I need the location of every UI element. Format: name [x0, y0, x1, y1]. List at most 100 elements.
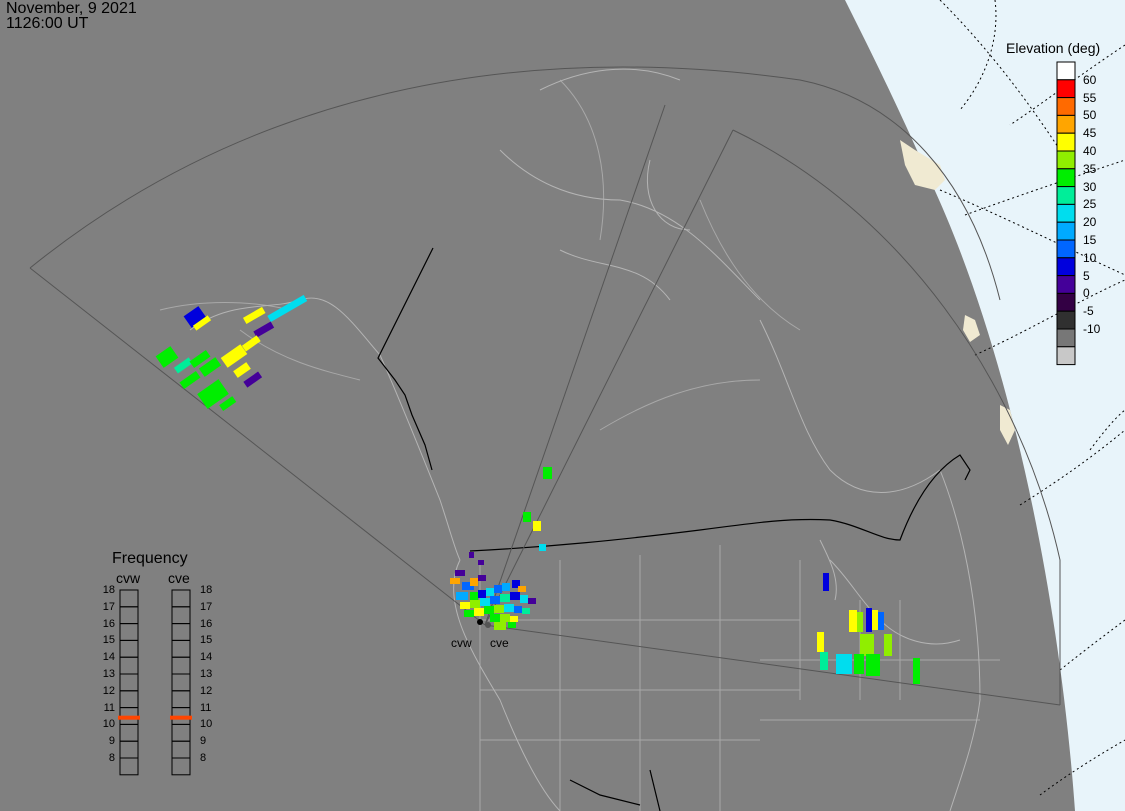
- elevation-colorbar: [1056, 61, 1076, 366]
- colorbar-tick-label: 50: [1083, 108, 1097, 123]
- echo-cell: [494, 605, 504, 613]
- colorbar-swatch: [1056, 168, 1076, 188]
- colorbar-swatch: [1056, 79, 1076, 99]
- echo-cell: [533, 521, 541, 531]
- echo-cell: [480, 598, 490, 606]
- echo-cell: [543, 467, 552, 479]
- colorbar-swatch: [1056, 310, 1076, 330]
- frequency-tick-label: 13: [200, 668, 213, 680]
- frequency-tick-label: 16: [200, 617, 213, 630]
- echo-cell: [470, 578, 478, 586]
- frequency-tick-label: 13: [102, 668, 115, 680]
- colorbar-tick-label: 25: [1083, 197, 1097, 212]
- colorbar-swatch: [1056, 61, 1076, 81]
- borders: [377, 247, 971, 811]
- echo-cell: [484, 606, 494, 614]
- frequency-cell: [119, 757, 139, 776]
- echo-cell: [173, 357, 193, 374]
- echo-cell: [884, 634, 892, 656]
- colorbar-swatch: [1056, 114, 1076, 134]
- colorbar-swatch: [1056, 221, 1076, 241]
- echo-cell: [836, 654, 852, 674]
- frequency-cell: [119, 723, 139, 742]
- echo-cell: [518, 586, 526, 592]
- echo-cell: [522, 608, 530, 614]
- frequency-tick-label: 15: [102, 634, 115, 647]
- colorbar-swatch: [1056, 203, 1076, 223]
- frequency-cell: [171, 656, 191, 675]
- colorbar-tick-label: -10: [1083, 322, 1101, 336]
- frequency-marker: [170, 715, 192, 720]
- frequency-cell: [119, 639, 139, 658]
- echo-cell: [233, 362, 251, 378]
- frequency-cell: [119, 606, 139, 625]
- echo-cell: [470, 600, 480, 608]
- site-label: cvw: [451, 636, 472, 650]
- site-label: cve: [490, 636, 509, 650]
- echo-cell: [817, 632, 824, 652]
- echo-cell: [469, 552, 474, 558]
- frequency-gauges: [118, 589, 192, 776]
- colorbar-tick-label: 5: [1083, 268, 1090, 283]
- frequency-tick-label: 9: [200, 735, 207, 748]
- echo-cell: [460, 602, 470, 609]
- echo-cell: [486, 588, 494, 596]
- echo-cell: [528, 598, 536, 604]
- frequency-tick-label: 18: [102, 584, 115, 596]
- echo-cell: [179, 370, 201, 390]
- frequency-column-label: cve: [168, 570, 190, 586]
- echo-cell: [253, 321, 275, 338]
- radar-echoes: [155, 294, 920, 684]
- colorbar-swatch: [1056, 292, 1076, 312]
- echo-cell: [494, 585, 502, 593]
- echo-cell: [823, 573, 829, 591]
- frequency-tick-label: 12: [200, 684, 213, 697]
- echo-cell: [913, 658, 920, 684]
- echo-cell: [243, 371, 263, 388]
- colorbar-tick-label: 30: [1083, 179, 1097, 194]
- echo-cell: [510, 616, 518, 622]
- echo-cell: [470, 592, 478, 600]
- colorbar-tick-label: 60: [1083, 72, 1097, 87]
- echo-cell: [450, 578, 460, 584]
- frequency-tick-label: 10: [102, 718, 115, 731]
- echo-cell: [514, 606, 522, 613]
- frequency-marker: [118, 715, 140, 720]
- coastlines: [189, 68, 981, 811]
- frequency-tick-label: 8: [200, 752, 207, 764]
- frequency-tick-label: 18: [200, 584, 213, 596]
- frequency-tick-label: 8: [108, 752, 115, 764]
- frequency-tick-label: 16: [102, 617, 115, 630]
- frequency-cell: [119, 589, 139, 608]
- frequency-tick-label: 17: [102, 600, 115, 613]
- colorbar-swatch: [1056, 97, 1076, 116]
- echo-cell: [502, 583, 510, 591]
- echo-cell: [490, 614, 500, 622]
- frequency-cell: [171, 740, 191, 759]
- echo-cell: [539, 544, 546, 551]
- echo-cell: [520, 595, 528, 603]
- colorbar-tick-label: 45: [1083, 126, 1097, 141]
- echo-cell: [455, 570, 465, 576]
- map-canvas: [29, 0, 1125, 811]
- echo-cell: [456, 592, 468, 600]
- echo-cell: [474, 608, 484, 616]
- colorbar-tick-label: 0: [1083, 286, 1090, 301]
- frequency-tick-label: 15: [200, 634, 213, 647]
- echo-cell: [500, 614, 510, 622]
- colorbar-swatch: [1056, 239, 1076, 259]
- echo-cell: [860, 634, 874, 656]
- frequency-tick-label: 12: [102, 684, 115, 697]
- echo-cell: [878, 612, 884, 630]
- frequency-cell: [119, 623, 139, 641]
- echo-cell: [490, 596, 500, 604]
- echo-cell: [872, 610, 878, 630]
- frequency-tick-label: 11: [200, 701, 212, 714]
- colorbar-title: Elevation (deg): [1006, 40, 1101, 56]
- frequency-column-label: cvw: [116, 570, 141, 586]
- echo-cell: [478, 575, 486, 581]
- echo-cell: [510, 592, 520, 600]
- echo-cell: [866, 654, 880, 676]
- colorbar-swatch: [1056, 346, 1076, 366]
- radar-site-marker: [485, 622, 491, 628]
